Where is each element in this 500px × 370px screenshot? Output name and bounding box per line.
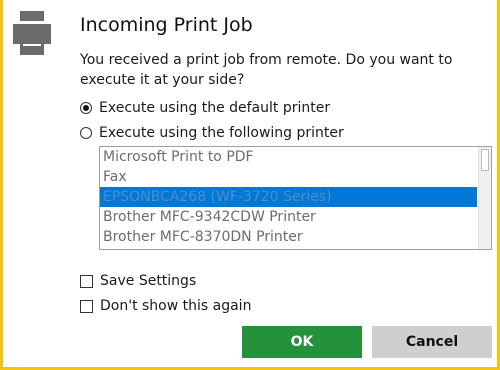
dialog-message: You received a print job from remote. Do… xyxy=(80,52,453,88)
incoming-print-job-dialog: Incoming Print Job You received a print … xyxy=(0,0,500,370)
radio-following-printer-button[interactable] xyxy=(80,127,92,139)
radio-following-printer[interactable]: Execute using the following printer xyxy=(80,125,344,141)
printer-list-item[interactable]: Brother MFC-9342CDW Printer xyxy=(100,207,477,227)
printer-list: Microsoft Print to PDF Fax EPSONBCA268 (… xyxy=(100,147,477,247)
save-settings-checkbox[interactable] xyxy=(80,274,93,288)
radio-default-printer-label: Execute using the default printer xyxy=(99,100,331,116)
printer-listbox[interactable]: Microsoft Print to PDF Fax EPSONBCA268 (… xyxy=(99,146,492,250)
scrollbar-thumb[interactable] xyxy=(481,149,489,171)
save-settings-option[interactable]: Save Settings xyxy=(80,273,196,289)
save-settings-label: Save Settings xyxy=(100,273,197,289)
dialog-title: Incoming Print Job xyxy=(80,14,253,36)
printer-list-item[interactable]: Microsoft Print to PDF xyxy=(100,147,477,167)
dont-show-again-option[interactable]: Don't show this again xyxy=(80,298,251,314)
dont-show-again-label: Don't show this again xyxy=(100,298,252,314)
printer-list-scrollbar[interactable] xyxy=(478,147,491,249)
radio-default-printer-button[interactable] xyxy=(80,102,92,114)
radio-following-printer-label: Execute using the following printer xyxy=(99,125,344,141)
printer-list-item-selected[interactable]: EPSONBCA268 (WF-3720 Series) xyxy=(100,187,477,207)
ok-button[interactable]: OK xyxy=(242,326,362,358)
printer-icon xyxy=(13,11,51,55)
printer-list-item[interactable]: Fax xyxy=(100,167,477,187)
dont-show-again-checkbox[interactable] xyxy=(80,299,93,313)
radio-default-printer[interactable]: Execute using the default printer xyxy=(80,100,330,116)
printer-list-item[interactable]: Brother MFC-8370DN Printer xyxy=(100,227,477,247)
cancel-button[interactable]: Cancel xyxy=(372,326,492,358)
